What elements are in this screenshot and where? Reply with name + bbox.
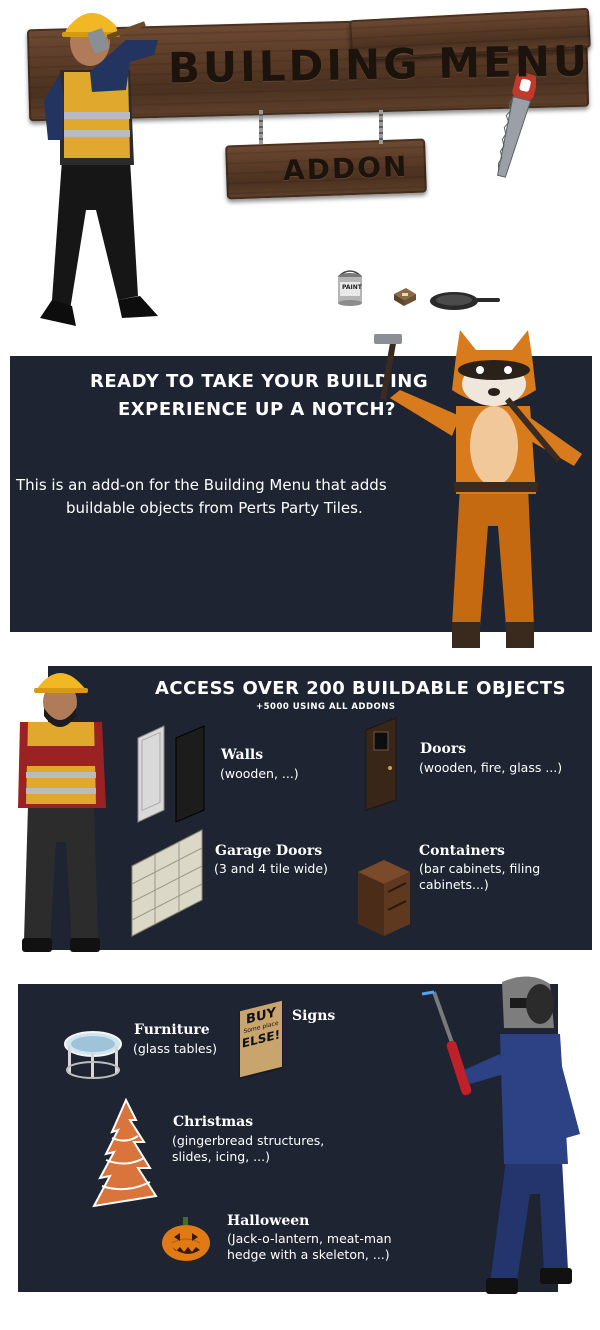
furniture-title: Furniture <box>134 1022 210 1038</box>
garage-door-icon <box>131 829 203 937</box>
sign-chain-left <box>259 110 263 144</box>
walls-title: Walls <box>221 747 264 763</box>
welder-icon <box>421 976 580 1294</box>
access-subheadline: +5000 USING ALL ADDONS <box>256 702 396 712</box>
christmas-title: Christmas <box>173 1114 254 1130</box>
containers-title: Containers <box>419 843 505 859</box>
halloween-desc-line2: hedge with a skeleton, ...) <box>227 1247 390 1262</box>
intro-headline-line2: EXPERIENCE UP A NOTCH? <box>118 399 396 420</box>
frying-pan-icon <box>430 292 500 310</box>
sign-chain-right <box>379 110 383 144</box>
intro-body-line2: buildable objects from Perts Party Tiles… <box>66 499 363 517</box>
christmas-desc-line2: slides, icing, ...) <box>172 1149 270 1164</box>
paint-can-label: PAINT <box>342 284 362 291</box>
buy-sign-icon: BUY Some place ELSE! <box>240 1000 282 1078</box>
containers-desc-line1: (bar cabinets, filing <box>419 861 541 876</box>
door-icon <box>365 717 397 811</box>
garage-doors-title: Garage Doors <box>215 843 323 859</box>
header-subtitle: ADDON <box>282 149 409 188</box>
worker-arms-crossed-icon <box>18 673 106 952</box>
header-title: BUILDING MENU <box>167 36 591 93</box>
signs-title: Signs <box>292 1008 336 1024</box>
gingerbread-tree-icon <box>92 1098 158 1208</box>
halloween-desc-line1: (Jack-o-lantern, meat-man <box>227 1231 392 1246</box>
doors-desc: (wooden, fire, glass ...) <box>419 760 563 775</box>
access-headline: ACCESS OVER 200 BUILDABLE OBJECTS <box>155 678 567 699</box>
garage-doors-desc: (3 and 4 tile wide) <box>214 861 328 876</box>
toolbox-icon <box>394 288 416 306</box>
jack-o-lantern-icon <box>162 1217 210 1261</box>
christmas-desc-line1: (gingerbread structures, <box>172 1133 325 1148</box>
raccoon-mascot-icon <box>374 330 582 648</box>
intro-body-line1: This is an add-on for the Building Menu … <box>16 476 387 494</box>
worker-hammering-icon <box>40 12 158 326</box>
glass-table-icon <box>64 1031 122 1079</box>
walls-desc: (wooden, ...) <box>220 766 299 781</box>
halloween-title: Halloween <box>227 1213 310 1229</box>
furniture-desc: (glass tables) <box>133 1041 217 1056</box>
containers-desc-line2: cabinets...) <box>419 877 489 892</box>
walls-icon <box>137 725 205 823</box>
paint-can-icon: PAINT <box>333 268 367 306</box>
cabinet-icon <box>358 860 410 936</box>
doors-title: Doors <box>420 741 467 757</box>
